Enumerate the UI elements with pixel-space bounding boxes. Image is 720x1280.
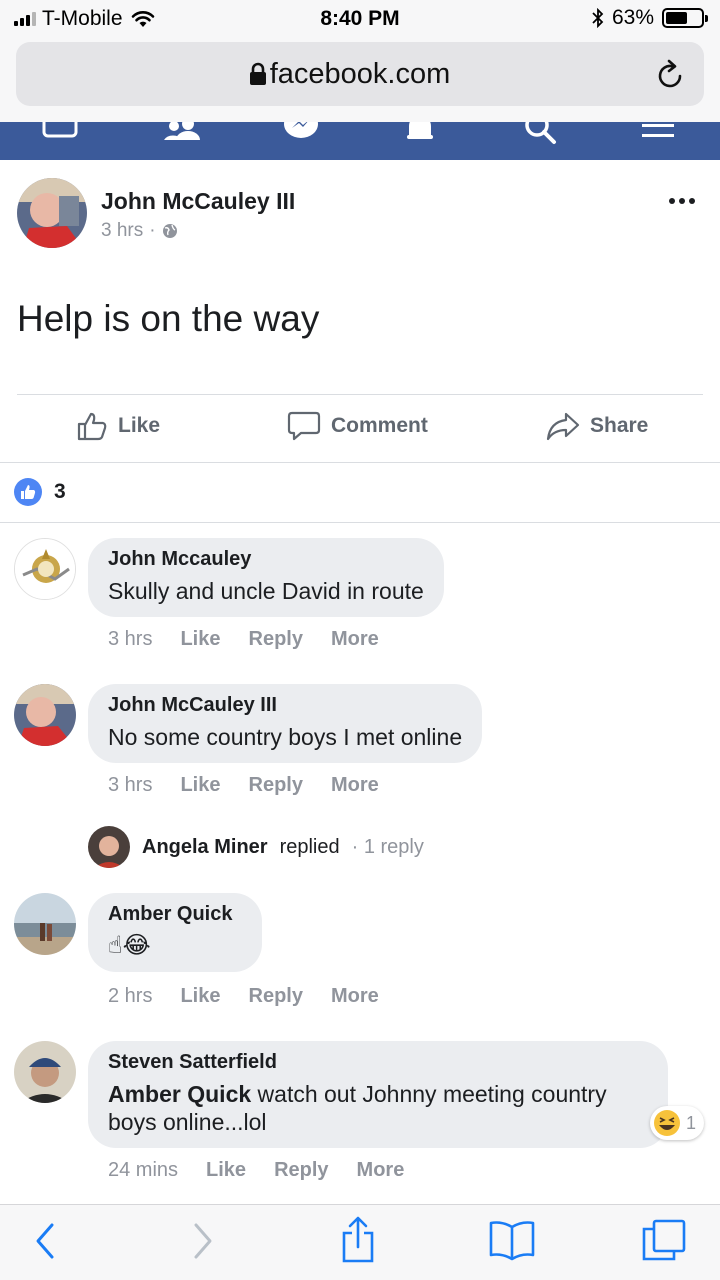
- status-right: 63%: [592, 6, 708, 30]
- address-bar[interactable]: facebook.com: [16, 42, 704, 106]
- replied-label: replied: [279, 835, 340, 858]
- more-options-icon[interactable]: [669, 198, 695, 204]
- tabs-icon[interactable]: [640, 1217, 688, 1263]
- comment-label: Comment: [331, 414, 428, 437]
- comment-like-button[interactable]: Like: [180, 774, 220, 797]
- comment-text: No some country boys I met online: [108, 724, 463, 750]
- comment-reply-button[interactable]: Reply: [249, 628, 303, 651]
- comment-reaction-badge[interactable]: 1: [649, 1106, 704, 1140]
- comment-time[interactable]: 3 hrs: [108, 628, 152, 651]
- laughing-emoji-icon: [653, 1110, 680, 1136]
- bluetooth-icon: [592, 8, 604, 28]
- comment-author[interactable]: John McCauley III: [108, 694, 462, 717]
- comment-author[interactable]: John Mccauley: [108, 548, 424, 571]
- comment-button[interactable]: Comment: [287, 410, 428, 442]
- comment-time[interactable]: 2 hrs: [108, 985, 152, 1008]
- comment-bubble: John Mccauley Skully and uncle David in …: [88, 538, 444, 617]
- browser-toolbar: [0, 1204, 720, 1280]
- menu-icon[interactable]: [640, 122, 676, 146]
- comment-author[interactable]: Amber Quick: [108, 903, 242, 926]
- back-icon[interactable]: [34, 1221, 56, 1261]
- comment-meta: 3 hrs Like Reply More: [108, 774, 379, 797]
- post-author-avatar[interactable]: [17, 178, 87, 248]
- reply-count: · 1 reply: [351, 835, 424, 858]
- post-text: Help is on the way: [17, 298, 320, 339]
- commenter-avatar[interactable]: [14, 538, 76, 600]
- mention-link[interactable]: Amber Quick: [108, 1081, 251, 1107]
- comment-emoji-text: ☝😂: [108, 932, 151, 959]
- comment-reply-button[interactable]: Reply: [249, 774, 303, 797]
- share-sheet-icon[interactable]: [340, 1215, 376, 1265]
- comment-more-button[interactable]: More: [331, 774, 379, 797]
- messenger-icon[interactable]: [282, 122, 320, 142]
- divider: [17, 394, 703, 395]
- post-meta: 3 hrs ·: [101, 220, 178, 242]
- post-author-name[interactable]: John McCauley III: [101, 188, 295, 215]
- comment-time[interactable]: 3 hrs: [108, 774, 152, 797]
- comment-meta: 2 hrs Like Reply More: [108, 985, 379, 1008]
- comment-meta: 3 hrs Like Reply More: [108, 628, 379, 651]
- comment-more-button[interactable]: More: [357, 1159, 405, 1182]
- commenter-avatar[interactable]: [14, 1041, 76, 1103]
- meta-separator: ·: [149, 220, 156, 241]
- browser-chrome: facebook.com: [0, 38, 720, 122]
- share-button[interactable]: Share: [546, 410, 648, 442]
- status-bar: T-Mobile 8:40 PM 63%: [0, 0, 720, 38]
- like-label: Like: [118, 414, 161, 437]
- share-label: Share: [590, 414, 649, 437]
- replier-avatar: [88, 826, 130, 868]
- post-header: John McCauley III 3 hrs ·: [17, 178, 707, 250]
- like-reaction-icon: [14, 478, 42, 506]
- battery-percent: 63%: [611, 6, 654, 29]
- bookmarks-icon[interactable]: [488, 1219, 536, 1261]
- battery-level: [666, 12, 688, 24]
- comment-time[interactable]: 24 mins: [108, 1159, 178, 1182]
- comment-like-button[interactable]: Like: [180, 628, 220, 651]
- divider: [0, 462, 720, 463]
- comment-like-button[interactable]: Like: [180, 985, 220, 1008]
- post-actions: Like Comment Share: [0, 396, 720, 462]
- address-domain: facebook.com: [269, 58, 451, 90]
- comment-bubble: John McCauley III No some country boys I…: [88, 684, 483, 763]
- commenter-avatar[interactable]: [14, 684, 76, 746]
- reload-icon[interactable]: [656, 58, 686, 90]
- thumbs-up-icon: [77, 412, 107, 441]
- friends-icon[interactable]: [162, 122, 202, 142]
- comment-meta: 24 mins Like Reply More: [108, 1159, 404, 1182]
- comment-text: Skully and uncle David in route: [108, 578, 424, 604]
- forward-icon[interactable]: [192, 1221, 214, 1261]
- reaction-summary[interactable]: 3: [14, 478, 66, 506]
- comment-like-button[interactable]: Like: [206, 1159, 246, 1182]
- post-time[interactable]: 3 hrs: [101, 220, 143, 242]
- commenter-avatar[interactable]: [14, 893, 76, 955]
- facebook-nav-bar: [0, 122, 720, 160]
- comment-more-button[interactable]: More: [331, 985, 379, 1008]
- comment-icon: [287, 411, 321, 441]
- comment-reply-button[interactable]: Reply: [249, 985, 303, 1008]
- globe-icon: [162, 224, 177, 238]
- comment-reaction-count: 1: [685, 1112, 696, 1133]
- replier-name: Angela Miner: [142, 835, 268, 858]
- notifications-icon[interactable]: [403, 122, 437, 144]
- replies-summary[interactable]: Angela Miner replied · 1 reply: [88, 826, 424, 868]
- comment-reply-button[interactable]: Reply: [274, 1159, 328, 1182]
- comment-bubble: Steven Satterfield Amber Quick watch out…: [88, 1041, 668, 1148]
- divider: [0, 522, 720, 523]
- reaction-count: 3: [54, 480, 66, 503]
- comment-more-button[interactable]: More: [331, 628, 379, 651]
- share-icon: [546, 412, 580, 441]
- search-icon[interactable]: [522, 122, 558, 146]
- comment-bubble: Amber Quick ☝😂: [88, 893, 262, 972]
- comment-text: Amber Quick watch out Johnny meeting cou…: [108, 1080, 648, 1136]
- battery-icon: [662, 8, 708, 28]
- comment-author[interactable]: Steven Satterfield: [108, 1051, 648, 1074]
- home-icon[interactable]: [42, 122, 78, 140]
- like-button[interactable]: Like: [76, 410, 160, 442]
